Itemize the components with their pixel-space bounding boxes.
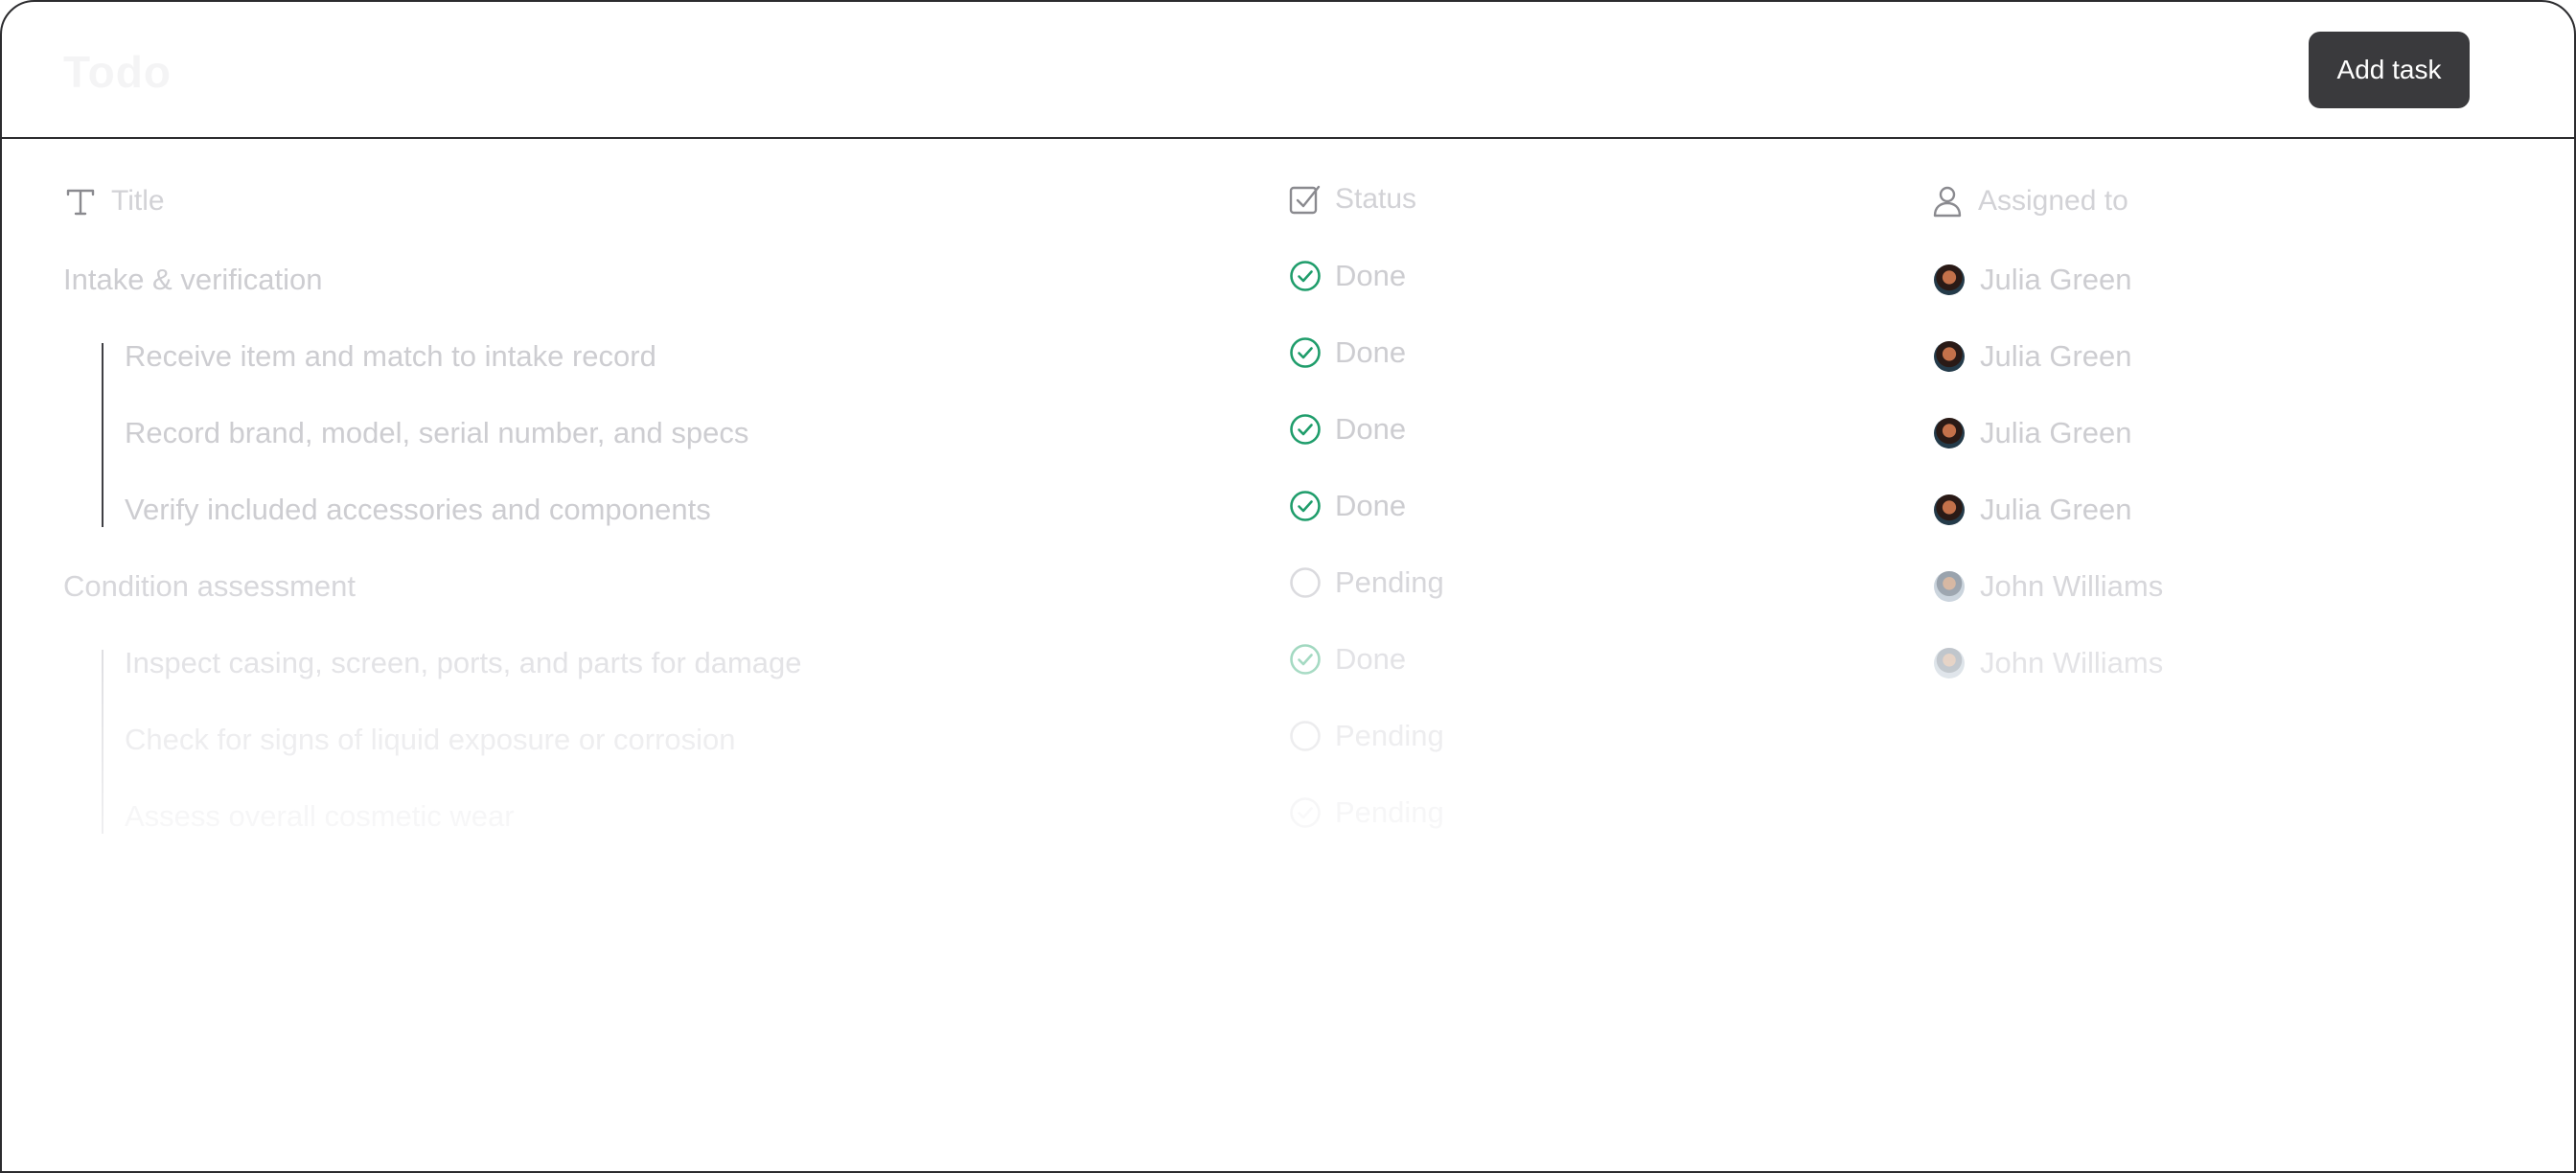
assignee-name: Julia Green — [1980, 493, 2132, 526]
column-header-title[interactable]: Title — [63, 182, 165, 220]
status-cell[interactable]: Done — [1289, 489, 1406, 523]
status-label: Pending — [1335, 795, 1444, 829]
assignee-name: John Williams — [1980, 569, 2164, 603]
subtask-row-title[interactable]: Assess overall cosmetic wear — [125, 799, 515, 834]
subtask-row-title[interactable]: Check for signs of liquid exposure or co… — [125, 723, 736, 757]
status-label: Done — [1335, 642, 1407, 676]
subtask-indent-line — [102, 650, 104, 834]
check-circle-icon — [1290, 261, 1321, 291]
pending-circle-icon — [1290, 797, 1321, 828]
subtask-indent-line — [102, 343, 104, 527]
check-circle-icon — [1290, 337, 1321, 368]
status-label: Done — [1335, 259, 1407, 292]
status-cell[interactable]: Done — [1289, 335, 1406, 370]
pending-circle-icon — [1290, 721, 1321, 751]
user-icon — [1933, 186, 1962, 218]
column-header-status-label: Status — [1335, 183, 1417, 215]
column-header-title-label: Title — [111, 185, 165, 217]
check-circle-icon — [1290, 644, 1321, 675]
avatar — [1934, 341, 1965, 372]
assignee-cell[interactable]: John Williams — [1934, 646, 2163, 680]
app-header: Todo Add task — [2, 2, 2574, 139]
subtask-row-title[interactable]: Receive item and match to intake record — [125, 339, 656, 374]
task-row-title[interactable]: Condition assessment — [63, 569, 356, 604]
status-cell[interactable]: Pending — [1289, 719, 1444, 753]
status-cell[interactable]: Done — [1289, 412, 1406, 447]
status-label: Pending — [1335, 565, 1444, 599]
avatar — [1934, 264, 1965, 295]
assignee-cell[interactable]: Julia Green — [1934, 339, 2132, 374]
avatar — [1934, 418, 1965, 448]
status-label: Done — [1335, 489, 1407, 522]
status-label: Pending — [1335, 719, 1444, 752]
column-header-status[interactable]: Status — [1287, 180, 1416, 218]
check-circle-icon — [1290, 414, 1321, 445]
assignee-name: Julia Green — [1980, 263, 2132, 296]
add-task-button[interactable]: Add task — [2309, 32, 2470, 108]
check-circle-icon — [1290, 491, 1321, 521]
subtask-row-title[interactable]: Record brand, model, serial number, and … — [125, 416, 748, 450]
subtask-row-title[interactable]: Inspect casing, screen, ports, and parts… — [125, 646, 802, 680]
assignee-cell[interactable]: John Williams — [1934, 569, 2163, 604]
pending-circle-icon — [1290, 567, 1321, 598]
assignee-cell[interactable]: Julia Green — [1934, 263, 2132, 297]
avatar — [1934, 494, 1965, 525]
task-row-title[interactable]: Intake & verification — [63, 263, 323, 297]
assignee-name: John Williams — [1980, 646, 2164, 679]
status-cell[interactable]: Done — [1289, 642, 1406, 677]
subtask-row-title[interactable]: Verify included accessories and componen… — [125, 493, 711, 527]
status-cell[interactable]: Done — [1289, 259, 1406, 293]
status-label: Done — [1335, 412, 1407, 446]
assignee-name: Julia Green — [1980, 339, 2132, 373]
status-cell[interactable]: Pending — [1289, 795, 1444, 830]
assignee-cell[interactable]: Julia Green — [1934, 493, 2132, 527]
status-cell[interactable]: Pending — [1289, 565, 1444, 600]
status-label: Done — [1335, 335, 1407, 369]
app-window: Todo Add task Title Status Assigned to I… — [0, 0, 2576, 1173]
checkbox-icon — [1289, 185, 1321, 215]
app-logo: Todo — [63, 47, 172, 97]
assignee-cell[interactable]: Julia Green — [1934, 416, 2132, 450]
avatar — [1934, 648, 1965, 678]
column-header-assigned[interactable]: Assigned to — [1930, 182, 2128, 220]
assignee-name: Julia Green — [1980, 416, 2132, 449]
text-type-icon — [66, 189, 95, 216]
column-header-assigned-label: Assigned to — [1978, 185, 2128, 217]
avatar — [1934, 571, 1965, 602]
